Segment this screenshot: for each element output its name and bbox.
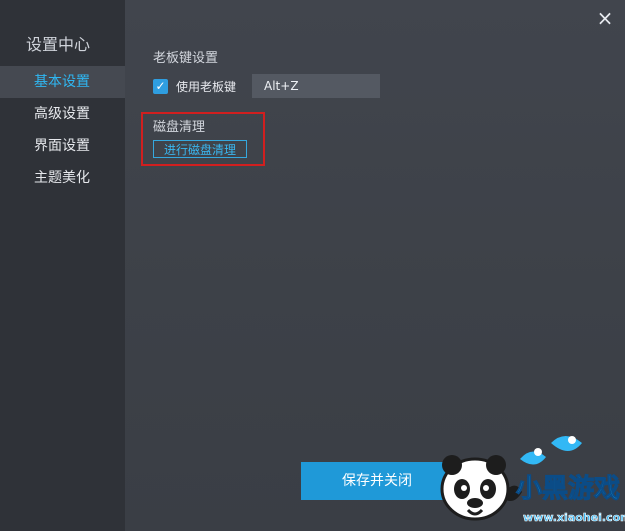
close-icon[interactable]: × bbox=[595, 8, 615, 28]
settings-window: 设置中心 基本设置 高级设置 界面设置 主题美化 × 老板键设置 ✓ 使用老板键… bbox=[0, 0, 625, 531]
sidebar-item-label: 基本设置 bbox=[34, 74, 90, 90]
sidebar-title: 设置中心 bbox=[26, 35, 91, 54]
sidebar-item-label: 界面设置 bbox=[34, 138, 90, 154]
boss-key-section: 老板键设置 ✓ 使用老板键 bbox=[153, 47, 381, 98]
boss-key-checkbox-label[interactable]: 使用老板键 bbox=[176, 78, 236, 95]
watermark-url: www.xiaohei.com bbox=[523, 511, 625, 524]
boss-key-row: ✓ 使用老板键 bbox=[153, 74, 381, 98]
disk-clean-button[interactable]: 进行磁盘清理 bbox=[153, 140, 247, 158]
sidebar-item-interface-settings[interactable]: 界面设置 bbox=[0, 130, 125, 162]
boss-key-section-title: 老板键设置 bbox=[153, 51, 219, 66]
save-and-close-button[interactable]: 保存并关闭 bbox=[301, 462, 453, 500]
boss-key-checkbox[interactable]: ✓ bbox=[153, 78, 168, 94]
boss-key-hotkey-input[interactable] bbox=[252, 74, 381, 98]
sidebar: 设置中心 基本设置 高级设置 界面设置 主题美化 bbox=[0, 0, 125, 531]
sidebar-item-label: 主题美化 bbox=[34, 170, 90, 186]
sidebar-item-advanced-settings[interactable]: 高级设置 bbox=[0, 98, 125, 130]
sidebar-nav: 基本设置 高级设置 界面设置 主题美化 bbox=[0, 66, 125, 194]
sidebar-item-theme-beautify[interactable]: 主题美化 bbox=[0, 162, 125, 194]
watermark-brand-mark bbox=[520, 436, 582, 465]
disk-clean-section-title: 磁盘清理 bbox=[153, 120, 206, 135]
watermark-brand-text: 小黑游戏 bbox=[516, 474, 620, 504]
panda-icon bbox=[440, 455, 522, 521]
sidebar-item-basic-settings[interactable]: 基本设置 bbox=[0, 66, 125, 98]
sidebar-item-label: 高级设置 bbox=[34, 106, 90, 122]
